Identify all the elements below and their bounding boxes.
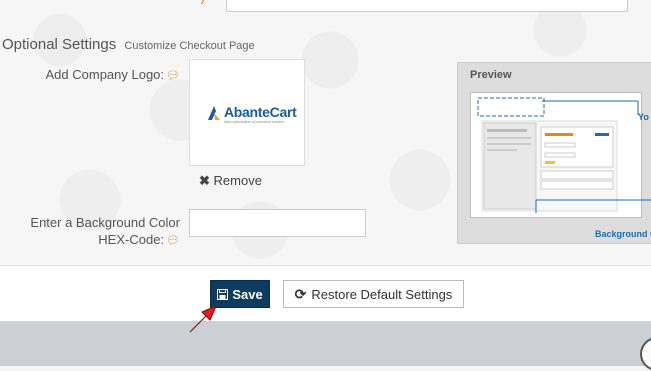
save-disk-icon <box>217 288 229 300</box>
save-label: Save <box>232 286 263 302</box>
close-icon: ✖ <box>199 173 210 188</box>
bg-color-label: Enter a Background Color HEX-Code: 💬︎ <box>5 214 180 250</box>
chevron-icon: › <box>200 0 205 8</box>
restore-default-button[interactable]: ⟳ Restore Default Settings <box>283 280 464 308</box>
company-logo-label: Add Company Logo: 💬︎ <box>20 66 181 85</box>
logo-text: AbanteCart <box>224 104 297 120</box>
help-bubble-icon[interactable]: 💬︎ <box>166 70 180 82</box>
preview-panel: Preview Yo Background C <box>457 62 651 244</box>
company-logo: AbanteCart ideal optimization eCommerce … <box>206 104 297 124</box>
section-title-text: Optional Settings <box>2 36 117 53</box>
text-field-top[interactable] <box>226 0 628 12</box>
section-subtitle: Customize Checkout Page <box>124 40 255 52</box>
refresh-icon: ⟳ <box>294 285 307 302</box>
preview-callout-bottom: Background C <box>595 229 651 239</box>
logo-tagline: ideal optimization eCommerce solution <box>224 120 285 124</box>
restore-label: Restore Default Settings <box>311 286 453 302</box>
preview-callout-top: Yo <box>638 112 649 122</box>
logo-mark-icon <box>208 106 220 120</box>
bg-color-label-line1: Enter a Background Color <box>30 215 180 230</box>
footer-bar <box>0 321 651 366</box>
company-logo-label-text: Add Company Logo: <box>45 67 165 82</box>
preview-callout-lines <box>535 100 651 213</box>
pointer-arrow-icon <box>189 305 217 333</box>
bg-color-label-line2: HEX-Code: <box>98 232 165 247</box>
logo-preview-box[interactable]: AbanteCart ideal optimization eCommerce … <box>189 59 305 166</box>
help-bubble-icon[interactable]: 💬︎ <box>166 235 180 247</box>
remove-logo-link[interactable]: ✖ Remove <box>199 173 262 189</box>
bg-color-hex-input[interactable] <box>189 209 366 237</box>
remove-label: Remove <box>213 173 262 188</box>
section-title: Optional Settings Customize Checkout Pag… <box>2 36 255 53</box>
action-bar: Save ⟳ Restore Default Settings <box>0 265 651 322</box>
